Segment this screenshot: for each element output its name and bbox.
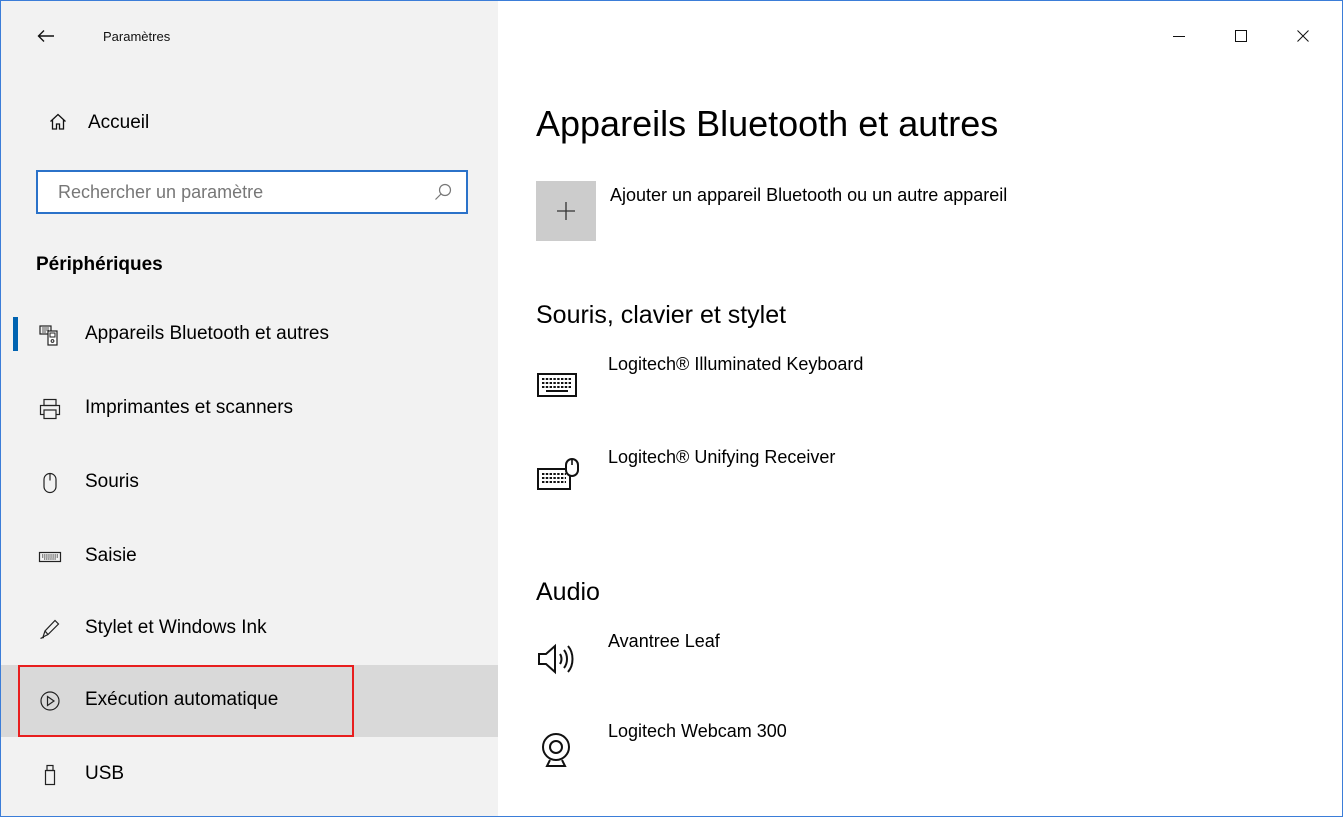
group-title-audio: Audio	[536, 578, 600, 606]
device-name: Avantree Leaf	[608, 631, 720, 651]
sidebar-item-label: USB	[85, 763, 125, 784]
device-item[interactable]: Logitech® Unifying Receiver	[536, 447, 1236, 503]
sidebar-item-mouse[interactable]: Souris	[1, 447, 498, 519]
sidebar-item-label: Saisie	[85, 545, 137, 566]
sidebar-item-bluetooth[interactable]: Appareils Bluetooth et autres	[1, 299, 498, 371]
main-content: Appareils Bluetooth et autres Ajouter un…	[498, 1, 1342, 816]
device-name: Logitech® Unifying Receiver	[608, 447, 836, 467]
settings-window: Paramètres Accueil Périphériques	[0, 0, 1343, 817]
sidebar: Paramètres Accueil Périphériques	[1, 1, 498, 816]
keyboard-icon	[537, 373, 577, 397]
home-icon	[50, 113, 66, 130]
search-input[interactable]	[38, 172, 438, 212]
back-button[interactable]	[31, 21, 61, 51]
webcam-icon	[542, 733, 570, 767]
autoplay-icon	[40, 691, 60, 711]
keyboard-icon	[38, 551, 62, 563]
device-item[interactable]: Logitech® Illuminated Keyboard	[536, 354, 1236, 410]
sidebar-item-label: Exécution automatique	[85, 689, 279, 710]
device-item[interactable]: Logitech Webcam 300	[536, 721, 1236, 777]
speaker-icon	[538, 643, 574, 675]
sidebar-item-autoplay[interactable]: Exécution automatique	[1, 665, 498, 737]
group-title-input-devices: Souris, clavier et stylet	[536, 301, 787, 329]
page-title: Appareils Bluetooth et autres	[536, 103, 999, 144]
plus-tile	[536, 181, 596, 241]
sidebar-item-printers[interactable]: Imprimantes et scanners	[1, 373, 498, 445]
search-box	[36, 170, 468, 214]
sidebar-item-label: Stylet et Windows Ink	[85, 617, 267, 638]
back-arrow-icon	[37, 30, 54, 42]
mouse-icon	[43, 472, 57, 494]
search-icon[interactable]	[434, 183, 452, 201]
add-device-button[interactable]: Ajouter un appareil Bluetooth ou un autr…	[536, 181, 1196, 243]
plus-icon	[557, 202, 575, 220]
device-item[interactable]: Avantree Leaf	[536, 631, 1236, 687]
sidebar-item-label: Appareils Bluetooth et autres	[85, 323, 329, 344]
sidebar-item-pen[interactable]: Stylet et Windows Ink	[1, 593, 498, 665]
device-name: Logitech® Illuminated Keyboard	[608, 354, 864, 374]
add-device-label: Ajouter un appareil Bluetooth ou un autr…	[610, 185, 1008, 205]
sidebar-item-usb[interactable]: USB	[1, 739, 498, 811]
sidebar-item-home[interactable]: Accueil	[1, 101, 498, 143]
keyboard-mouse-icon	[537, 458, 579, 490]
pen-icon	[40, 619, 60, 640]
usb-icon	[44, 764, 56, 786]
sidebar-item-typing[interactable]: Saisie	[1, 521, 498, 593]
app-title: Paramètres	[103, 29, 171, 44]
sidebar-item-label: Souris	[85, 471, 139, 492]
home-label: Accueil	[88, 112, 150, 133]
bluetooth-devices-icon	[39, 325, 58, 346]
section-heading: Périphériques	[36, 254, 163, 275]
sidebar-item-label: Imprimantes et scanners	[85, 397, 294, 418]
printer-icon	[39, 398, 61, 420]
device-name: Logitech Webcam 300	[608, 721, 787, 741]
